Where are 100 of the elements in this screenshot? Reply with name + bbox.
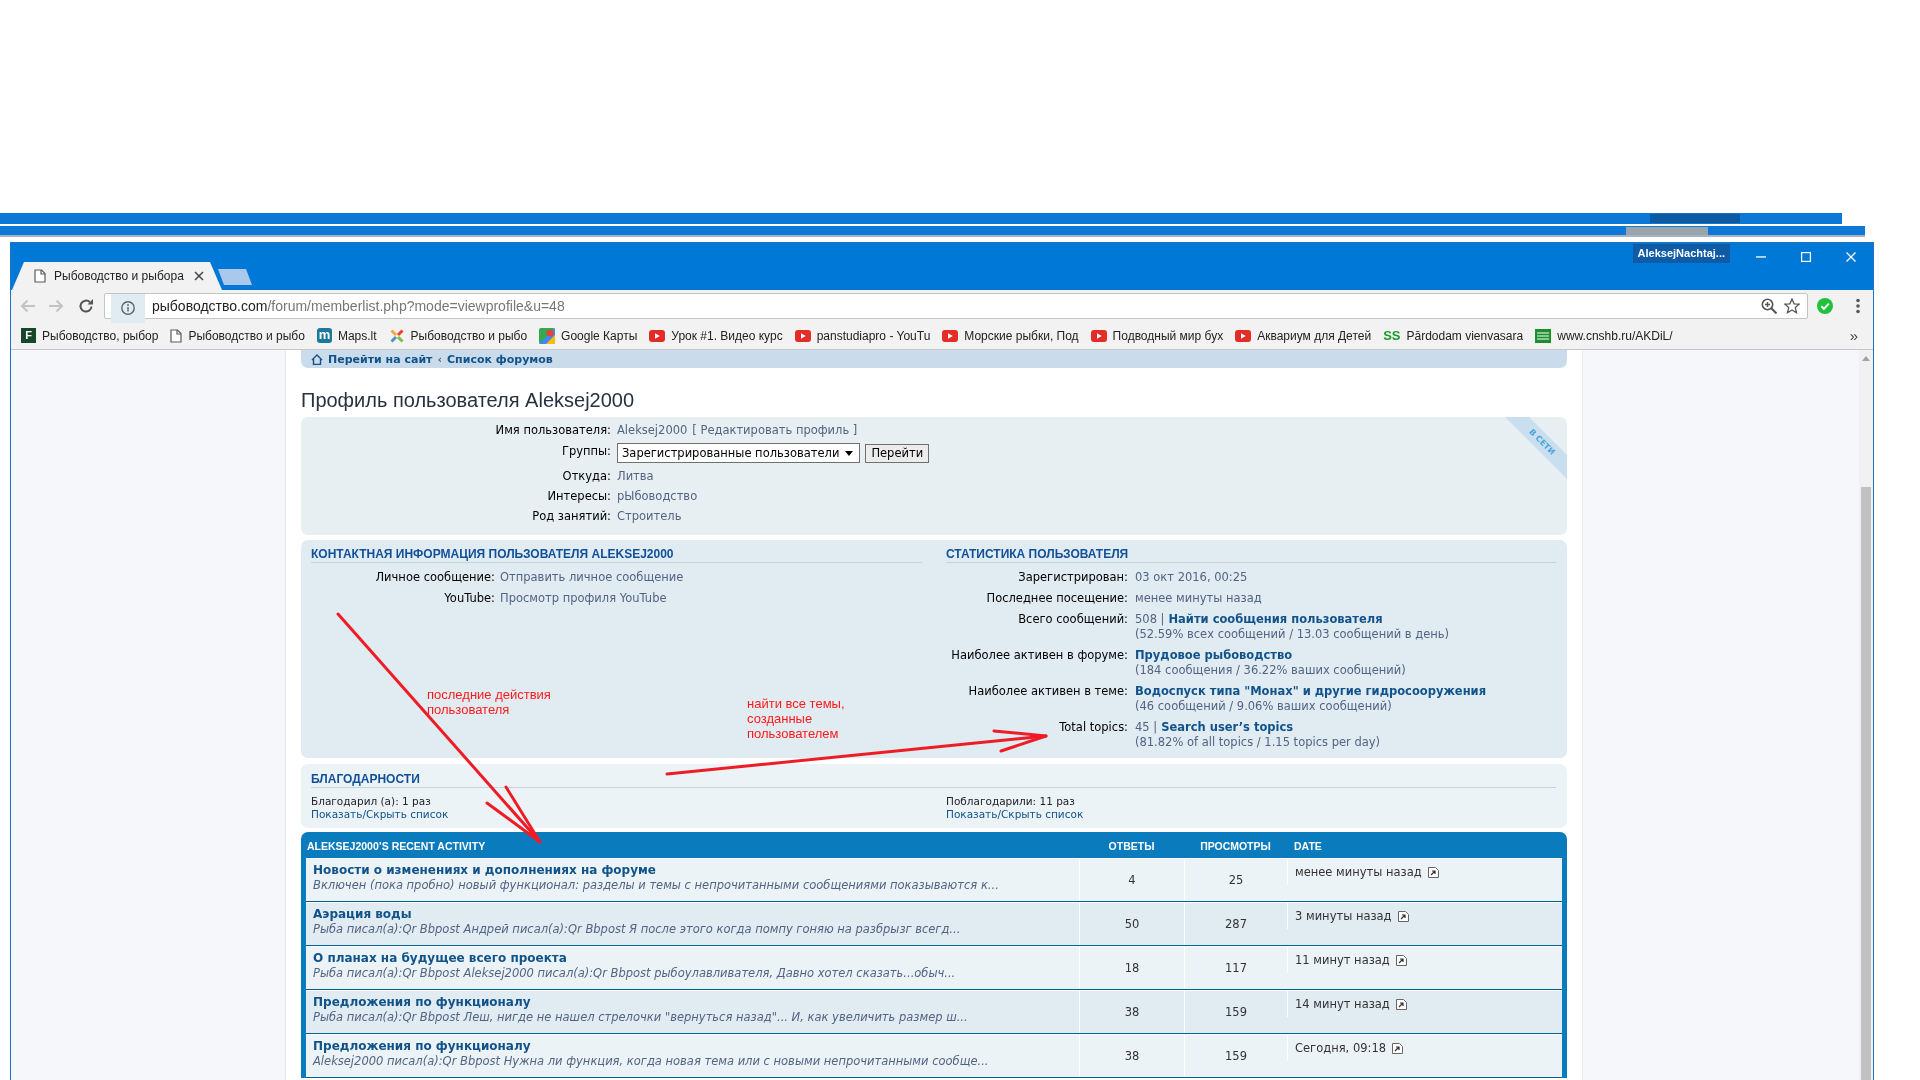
topic-link[interactable]: Новости о изменениях и дополнениях на форуме [313, 862, 656, 878]
video-play-icon [1235, 329, 1252, 342]
info-icon[interactable] [111, 294, 145, 323]
contact-link[interactable]: Отправить личное сообщение [500, 570, 684, 585]
topic-link[interactable]: Предложения по функционалу [313, 1038, 531, 1054]
browser-tab[interactable]: Рыбоводство и рыбора [12, 262, 222, 290]
map-icon [539, 327, 556, 344]
field-label: YouTube: [444, 591, 495, 605]
bookmark[interactable]: Аквариум для Детей [1230, 324, 1377, 347]
page-icon[interactable] [1427, 866, 1439, 878]
home-icon[interactable] [311, 353, 323, 365]
stat-link[interactable]: Прудовое рыбоводство [1135, 648, 1293, 663]
bookmark[interactable]: Подводный мир бух [1085, 324, 1229, 347]
site-logo: F [21, 328, 36, 343]
group-select[interactable]: Зарегистрированные пользователи [617, 443, 861, 463]
scrollbar-thumb[interactable] [1861, 487, 1871, 1080]
bookmark[interactable]: Рыбоводство и рыбо [165, 324, 310, 347]
cross-logo-icon [388, 327, 405, 344]
breadcrumb-link[interactable]: Список форумов [447, 352, 553, 366]
menu-icon[interactable] [1856, 298, 1860, 314]
thanks-count: Поблагодарили: 11 раз [946, 795, 1075, 808]
bookmark[interactable]: panstudiapro - YouTu [789, 324, 936, 347]
annotation-note: найти все темы, созданные пользователем [747, 696, 846, 741]
logo-icon [1535, 328, 1552, 343]
edit-profile-link[interactable]: [ Редактировать профиль ] [692, 421, 858, 439]
bookmark[interactable]: Рыбоводство и рыбо [383, 324, 533, 347]
field-value: 03 окт 2016, 00:25 [1135, 570, 1248, 585]
topic-link[interactable]: О планах на будущее всего проекта [313, 950, 567, 966]
section-heading: БЛАГОДАРНОСТИ [311, 772, 1556, 788]
bookmark[interactable]: www.cnshb.ru/AKDiL/ [1530, 324, 1678, 347]
toggle-list-link[interactable]: Показать/Скрыть список [311, 807, 449, 820]
stat-detail: (81.82% of all topics / 1.15 topics per day) [1135, 735, 1381, 750]
field-label: Total topics: [1059, 720, 1128, 734]
page-icon[interactable] [1392, 1042, 1404, 1054]
contact-link[interactable]: Просмотр профиля YouTube [500, 591, 667, 606]
bookmarks-overflow-button[interactable]: » [1849, 326, 1858, 345]
page-icon[interactable] [1395, 954, 1407, 966]
bookmark[interactable]: Google Карты [534, 324, 643, 347]
last-post-time: 14 минут назад [1295, 996, 1390, 1012]
bookmark[interactable]: Морские рыбки, Под [937, 324, 1084, 347]
toggle-list-link[interactable]: Показать/Скрыть список [946, 807, 1084, 820]
topic-link[interactable]: Предложения по функционалу [313, 994, 531, 1010]
field-value: менее минуты назад [1135, 591, 1262, 606]
stat-link[interactable]: Search user’s topics [1161, 720, 1294, 735]
close-icon[interactable] [194, 271, 204, 281]
zoom-icon[interactable] [1761, 298, 1777, 314]
page-icon [34, 269, 46, 283]
field-label: Интересы: [547, 489, 611, 503]
field-label: Зарегистрирован: [1018, 570, 1128, 584]
views-count: 159 [1225, 1049, 1247, 1063]
new-tab-button[interactable] [218, 269, 252, 285]
breadcrumb-link[interactable]: Перейти на сайт [328, 352, 433, 366]
replies-count: 38 [1124, 1005, 1140, 1019]
annotation-note: последние действия пользователя [427, 687, 552, 717]
views-count: 25 [1228, 873, 1244, 887]
field-value: 508 | [1135, 612, 1165, 627]
field-label: Всего сообщений: [1018, 612, 1128, 626]
column-header: DATE [1294, 840, 1322, 852]
field-label: Род занятий: [532, 509, 611, 523]
page-icon[interactable] [1397, 910, 1409, 922]
thanks-count: Благодарил (а): 1 раз [311, 795, 431, 808]
topic-excerpt: Рыба писал(а):Qr Bbpost Aleksej2000 писал(а):Qr Bbpost рыбоулавливателя, Давно хотел сказать...обыч... [313, 966, 956, 981]
field-label: Наиболее активен в форуме: [951, 648, 1128, 662]
reload-icon[interactable] [78, 298, 94, 314]
field-label: Последнее посещение: [986, 591, 1128, 605]
stat-detail: (52.59% всех сообщений / 13.03 сообщений в день) [1135, 627, 1449, 642]
topic-excerpt: Aleksej2000 писал(а):Qr Bbpost Нужна ли функция, когда новая тема или с новыми непрочитанными сообще... [313, 1054, 989, 1069]
bookmark[interactable]: SS Pārdodam vienvasara [1378, 324, 1529, 347]
bookmark[interactable]: m Maps.lt [311, 324, 382, 347]
profile-button[interactable]: AleksejNachtaj... [1632, 244, 1730, 263]
star-icon[interactable] [1784, 298, 1800, 314]
section-title: ALEKSEJ2000’S RECENT ACTIVITY [307, 840, 486, 852]
replies-count: 38 [1124, 1049, 1140, 1063]
bookmark[interactable]: Урок #1. Видео курс [644, 324, 788, 347]
column-header: ОТВЕТЫ [1108, 840, 1155, 852]
stat-link[interactable]: Найти сообщения пользователя [1168, 612, 1383, 627]
go-button[interactable]: Перейти [865, 443, 930, 463]
field-value: рЫбоводство [617, 488, 698, 505]
bookmark[interactable]: F Рыбоводство, рыбор [16, 324, 164, 347]
maximize-icon[interactable] [1800, 252, 1811, 262]
column-header: ПРОСМОТРЫ [1200, 840, 1271, 852]
field-label: Группы: [561, 444, 611, 458]
section-heading: КОНТАКТНАЯ ИНФОРМАЦИЯ ПОЛЬЗОВАТЕЛЯ ALEKSEJ2000 [311, 547, 922, 563]
stat-link[interactable]: Водоспуск типа "Монах" и другие гидросооружения [1135, 684, 1487, 699]
page-icon[interactable] [1395, 998, 1407, 1010]
views-count: 159 [1225, 1005, 1247, 1019]
check-icon[interactable] [1817, 298, 1833, 314]
last-post-time: Сегодня, 09:18 [1295, 1040, 1387, 1056]
field-value: 45 | [1135, 720, 1158, 735]
minimize-icon[interactable] [1755, 256, 1766, 258]
field-value: Aleksej2000 [617, 422, 688, 439]
site-logo: m [316, 328, 332, 343]
field-label: Откуда: [562, 469, 611, 483]
video-play-icon [794, 329, 811, 342]
views-count: 287 [1225, 917, 1247, 931]
field-label: Имя пользователя: [495, 423, 611, 437]
breadcrumb-separator: ‹ [437, 352, 443, 366]
caret-icon [845, 450, 854, 456]
field-label: Наиболее активен в теме: [968, 684, 1128, 698]
topic-link[interactable]: Аэрация воды [313, 906, 412, 922]
